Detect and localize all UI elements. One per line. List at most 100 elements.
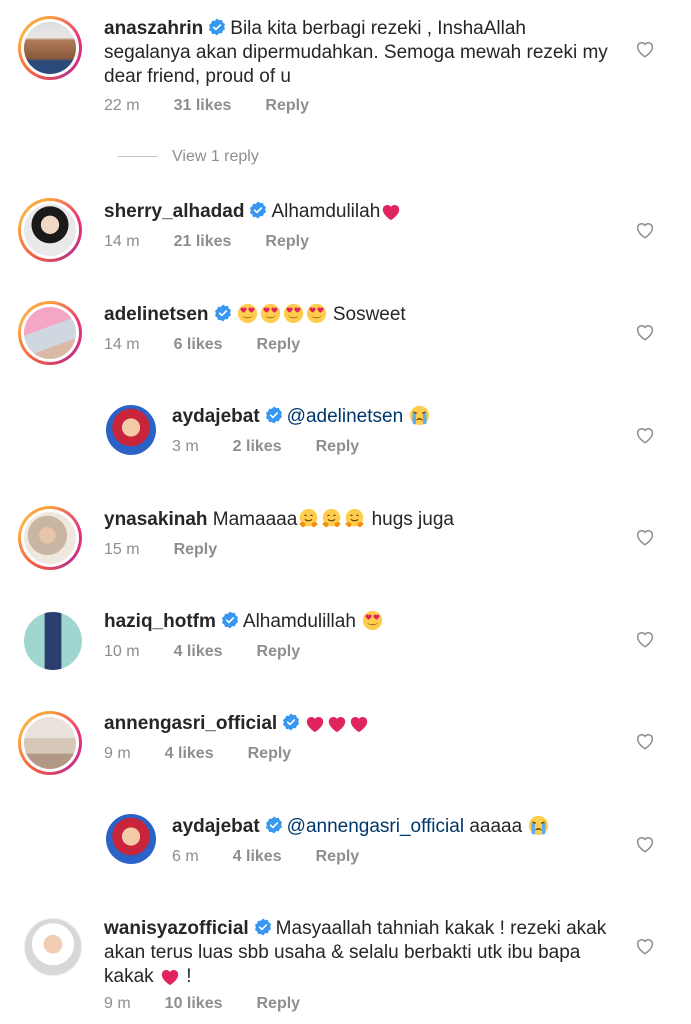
comment-text: Bila kita berbagi rezeki , InshaAllah	[230, 18, 526, 39]
username[interactable]: ynasakinah	[104, 509, 208, 530]
verified-badge-icon	[265, 816, 283, 834]
comment-meta: 10 m 4 likes Reply	[104, 643, 334, 661]
username[interactable]: aydajebat	[172, 816, 260, 837]
verified-badge-icon	[214, 304, 232, 322]
crying-face-emoji	[409, 405, 430, 426]
comment-text: aaaaa	[469, 816, 523, 837]
avatar[interactable]	[18, 198, 82, 262]
verified-badge-icon	[221, 611, 239, 629]
username[interactable]: wanisyazofficial	[104, 918, 249, 939]
avatar[interactable]	[106, 814, 156, 864]
reply-button[interactable]: Reply	[316, 438, 360, 455]
reply-button[interactable]: Reply	[265, 97, 309, 114]
comment-meta: 6 m 4 likes Reply	[172, 848, 393, 866]
comment-meta: 9 m 10 likes Reply	[104, 995, 334, 1013]
timestamp: 10 m	[104, 643, 140, 660]
verified-badge-icon	[254, 918, 272, 936]
username[interactable]: annengasri_official	[104, 713, 277, 734]
username[interactable]: adelinetsen	[104, 304, 209, 325]
like-heart-icon[interactable]	[635, 426, 655, 444]
likes-count[interactable]: 4 likes	[233, 848, 282, 865]
reply-button[interactable]: Reply	[265, 233, 309, 250]
comment-text: dear friend, proud of u	[104, 66, 291, 87]
mention-link[interactable]: @annengasri_official	[287, 816, 464, 837]
verified-badge-icon	[265, 406, 283, 424]
comment-meta: 22 m 31 likes Reply	[104, 97, 343, 115]
avatar[interactable]	[18, 711, 82, 775]
timestamp: 14 m	[104, 336, 140, 353]
username[interactable]: aydajebat	[172, 406, 260, 427]
heart-eyes-emoji	[306, 303, 327, 324]
like-heart-icon[interactable]	[635, 40, 655, 58]
avatar[interactable]	[24, 918, 82, 976]
crying-face-emoji	[528, 815, 549, 836]
likes-count[interactable]: 4 likes	[165, 745, 214, 762]
timestamp: 9 m	[104, 995, 131, 1012]
like-heart-icon[interactable]	[635, 937, 655, 955]
verified-badge-icon	[208, 18, 226, 36]
reply-button[interactable]: Reply	[248, 745, 292, 762]
likes-count[interactable]: 10 likes	[165, 995, 223, 1012]
reply-button[interactable]: Reply	[257, 336, 301, 353]
timestamp: 3 m	[172, 438, 199, 455]
likes-count[interactable]: 2 likes	[233, 438, 282, 455]
red-heart-emoji	[349, 715, 369, 733]
like-heart-icon[interactable]	[635, 732, 655, 750]
timestamp: 6 m	[172, 848, 199, 865]
likes-count[interactable]: 4 likes	[174, 643, 223, 660]
hugging-emoji	[298, 508, 319, 529]
reply-button[interactable]: Reply	[257, 643, 301, 660]
avatar[interactable]	[18, 16, 82, 80]
verified-badge-icon	[282, 713, 300, 731]
like-heart-icon[interactable]	[635, 835, 655, 853]
comment-text: !	[186, 966, 192, 987]
comment-text: Mamaaaa	[212, 509, 298, 530]
red-heart-emoji	[327, 715, 347, 733]
red-heart-emoji	[160, 968, 180, 986]
reply-button[interactable]: Reply	[316, 848, 360, 865]
comment-meta: 15 m Reply	[104, 541, 251, 559]
avatar[interactable]	[18, 506, 82, 570]
comment-meta: 14 m 21 likes Reply	[104, 233, 343, 251]
view-replies-button[interactable]: View 1 reply	[118, 148, 259, 166]
username[interactable]: anaszahrin	[104, 18, 203, 39]
comment-text: kakak	[104, 966, 154, 987]
comment-meta: 14 m 6 likes Reply	[104, 336, 334, 354]
red-heart-emoji	[305, 715, 325, 733]
timestamp: 15 m	[104, 541, 140, 558]
comment-text: hugs juga	[371, 509, 454, 530]
username[interactable]: haziq_hotfm	[104, 611, 216, 632]
comment-text: Sosweet	[332, 304, 406, 325]
divider	[118, 156, 158, 158]
heart-eyes-emoji	[283, 303, 304, 324]
timestamp: 22 m	[104, 97, 140, 114]
like-heart-icon[interactable]	[635, 630, 655, 648]
comment-text: akan terus luas sbb usaha & selalu berba…	[104, 942, 581, 963]
like-heart-icon[interactable]	[635, 221, 655, 239]
timestamp: 14 m	[104, 233, 140, 250]
reply-button[interactable]: Reply	[257, 995, 301, 1012]
username[interactable]: sherry_alhadad	[104, 201, 244, 222]
timestamp: 9 m	[104, 745, 131, 762]
hugging-emoji	[344, 508, 365, 529]
verified-badge-icon	[249, 201, 267, 219]
like-heart-icon[interactable]	[635, 528, 655, 546]
likes-count[interactable]: 31 likes	[174, 97, 232, 114]
mention-link[interactable]: @adelinetsen	[287, 406, 403, 427]
avatar[interactable]	[18, 301, 82, 365]
avatar[interactable]	[106, 405, 156, 455]
avatar[interactable]	[24, 612, 82, 670]
reply-button[interactable]: Reply	[174, 541, 218, 558]
comment-text: Masyaallah tahniah kakak ! rezeki akak	[275, 918, 607, 939]
heart-eyes-emoji	[260, 303, 281, 324]
comment-text: Alhamdulillah	[242, 611, 356, 632]
hugging-emoji	[321, 508, 342, 529]
likes-count[interactable]: 21 likes	[174, 233, 232, 250]
comment-text: Alhamdulilah	[271, 201, 381, 222]
comment-text: segalanya akan dipermudahkan. Semoga mew…	[104, 42, 608, 63]
heart-eyes-emoji	[362, 610, 383, 631]
comment-meta: 9 m 4 likes Reply	[104, 745, 325, 763]
like-heart-icon[interactable]	[635, 323, 655, 341]
likes-count[interactable]: 6 likes	[174, 336, 223, 353]
red-heart-emoji	[381, 203, 401, 221]
